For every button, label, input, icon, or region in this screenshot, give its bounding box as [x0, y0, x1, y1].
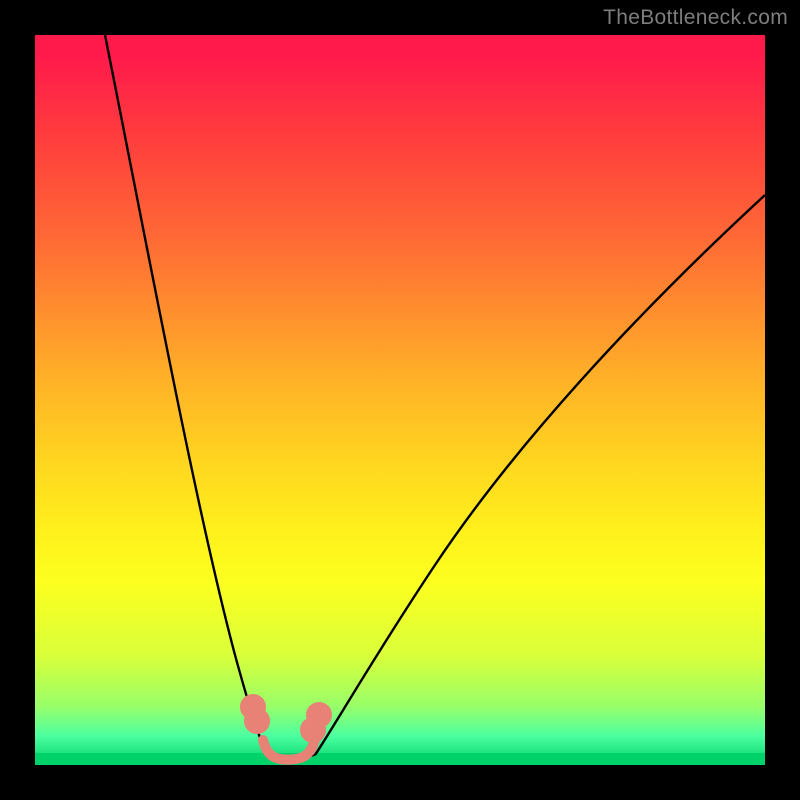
watermark-text: TheBottleneck.com — [603, 6, 788, 30]
bottleneck-curve — [35, 35, 765, 765]
plot-area — [35, 35, 765, 765]
curve-left-branch — [105, 35, 267, 755]
chart-frame: TheBottleneck.com — [0, 0, 800, 800]
curve-right-branch — [315, 195, 765, 755]
data-point-cluster — [245, 699, 327, 760]
